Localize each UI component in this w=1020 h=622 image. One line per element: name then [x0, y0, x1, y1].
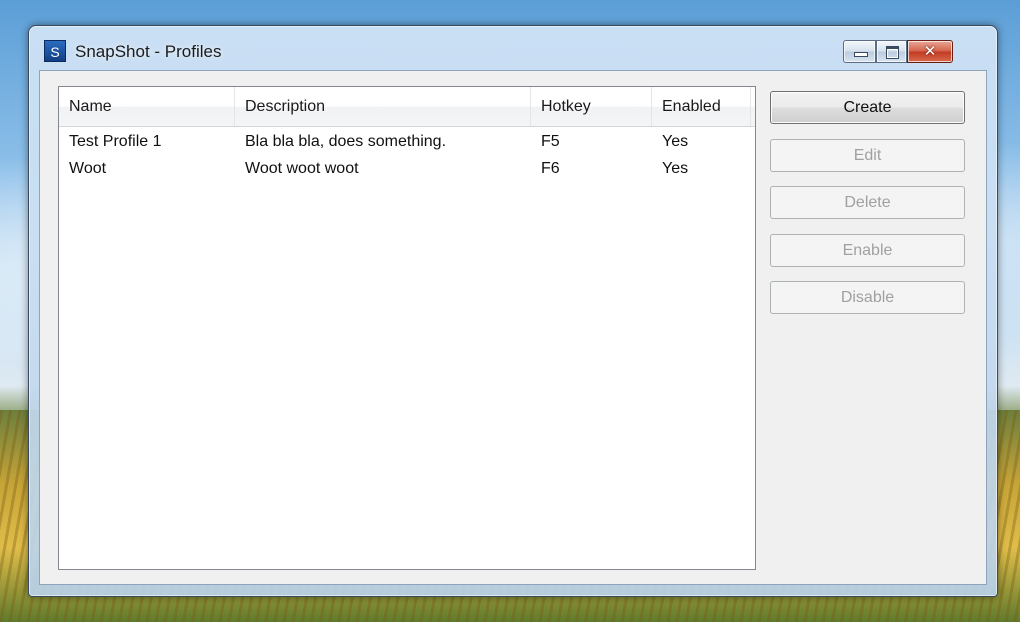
window-title: SnapShot - Profiles [75, 42, 222, 61]
list-header: Name Description Hotkey Enabled [59, 87, 755, 127]
delete-button[interactable]: Delete [770, 186, 965, 219]
create-button[interactable]: Create [770, 91, 965, 124]
maximize-button[interactable] [876, 40, 907, 63]
profile-hotkey: F6 [541, 160, 560, 177]
column-header-hotkey[interactable]: Hotkey [531, 87, 652, 126]
enable-button[interactable]: Enable [770, 234, 965, 267]
disable-button[interactable]: Disable [770, 281, 965, 314]
profiles-window: S SnapShot - Profiles ✕ Name Description… [28, 25, 998, 597]
close-icon: ✕ [923, 43, 937, 60]
profile-description: Woot woot woot [245, 160, 359, 177]
profile-name: Woot [69, 160, 107, 177]
profile-enabled: Yes [662, 133, 689, 150]
minimize-icon [854, 52, 868, 57]
title-bar[interactable]: S SnapShot - Profiles ✕ [29, 26, 997, 70]
snapshot-app-icon: S [44, 40, 66, 62]
profiles-list[interactable]: Name Description Hotkey Enabled Test Pro… [58, 86, 756, 570]
list-item[interactable]: Test Profile 1 Bla bla bla, does somethi… [59, 128, 755, 155]
profile-name: Test Profile 1 [69, 133, 162, 150]
column-header-name[interactable]: Name [59, 87, 235, 126]
minimize-button[interactable] [843, 40, 876, 63]
column-header-description[interactable]: Description [235, 87, 531, 126]
client-area: Name Description Hotkey Enabled Test Pro… [39, 70, 987, 585]
maximize-icon [886, 46, 899, 59]
column-header-enabled[interactable]: Enabled [652, 87, 751, 126]
list-item[interactable]: Woot Woot woot woot F6 Yes [59, 155, 755, 182]
profile-description: Bla bla bla, does something. [245, 133, 447, 150]
profile-hotkey: F5 [541, 133, 560, 150]
close-button[interactable]: ✕ [907, 40, 953, 63]
profile-enabled: Yes [662, 160, 689, 177]
edit-button[interactable]: Edit [770, 139, 965, 172]
